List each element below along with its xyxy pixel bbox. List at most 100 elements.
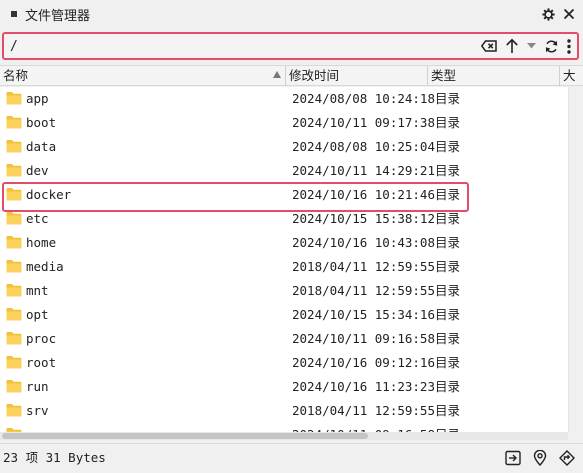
file-name: opt [26, 307, 49, 322]
file-type: 目录 [435, 235, 461, 250]
window-icon [11, 11, 17, 17]
column-header-mtime[interactable]: 修改时间 [286, 66, 428, 86]
table-row[interactable]: boot 2024/10/11 09:17:38 目录 [0, 111, 568, 135]
file-name: mnt [26, 283, 49, 298]
file-name: boot [26, 115, 57, 130]
file-type: 目录 [435, 139, 461, 154]
file-type: 目录 [435, 403, 461, 418]
gear-icon[interactable] [542, 7, 555, 21]
folder-icon [6, 404, 22, 417]
file-type: 目录 [435, 307, 461, 322]
folder-icon [6, 116, 22, 129]
folder-icon [6, 212, 22, 225]
horizontal-scrollbar[interactable] [0, 432, 568, 440]
file-type: 目录 [435, 115, 461, 130]
folder-icon [6, 236, 22, 249]
folder-icon [6, 380, 22, 393]
column-header-size[interactable]: 大 [560, 66, 583, 86]
file-name: app [26, 91, 49, 106]
status-bar: 23 项 31 Bytes [0, 443, 583, 473]
file-name: sys [26, 423, 49, 432]
title-actions [542, 0, 575, 28]
file-name: docker [26, 187, 72, 202]
goto-icon[interactable] [505, 450, 521, 466]
file-type: 目录 [435, 331, 461, 346]
table-row[interactable]: run 2024/10/16 11:23:23 目录 [0, 375, 568, 399]
more-vertical-icon[interactable] [567, 38, 571, 54]
file-mtime: 2018/04/11 12:59:55 [292, 259, 435, 274]
folder-icon [6, 92, 22, 105]
table-row[interactable]: home 2024/10/16 10:43:08 目录 [0, 231, 568, 255]
file-type: 目录 [435, 187, 461, 202]
table-row[interactable]: app 2024/08/08 10:24:18 目录 [0, 87, 568, 111]
column-header: 名称 修改时间 类型 大 [0, 65, 583, 86]
file-mtime: 2018/04/11 12:59:55 [292, 403, 435, 418]
status-summary: 23 项 31 Bytes [3, 450, 106, 465]
navigate-icon[interactable] [559, 450, 575, 466]
vertical-scrollbar[interactable] [568, 87, 583, 432]
path-tools [481, 34, 571, 58]
table-row[interactable]: data 2024/08/08 10:25:04 目录 [0, 135, 568, 159]
table-row[interactable]: dev 2024/10/11 14:29:21 目录 [0, 159, 568, 183]
table-row[interactable]: sys 2024/10/11 09:16:58 目录 [0, 423, 568, 432]
file-mtime: 2024/08/08 10:24:18 [292, 91, 435, 106]
window-title: 文件管理器 [25, 8, 91, 24]
file-list[interactable]: app 2024/08/08 10:24:18 目录 boot 2024/10/… [0, 87, 568, 432]
file-name: srv [26, 403, 49, 418]
file-mtime: 2024/10/16 10:21:46 [292, 187, 435, 202]
table-row[interactable]: opt 2024/10/15 15:34:16 目录 [0, 303, 568, 327]
column-header-name[interactable]: 名称 [0, 66, 286, 86]
file-type: 目录 [435, 91, 461, 106]
folder-icon [6, 164, 22, 177]
table-row-selected[interactable]: docker 2024/10/16 10:21:46 目录 [0, 182, 568, 212]
table-row[interactable]: root 2024/10/16 09:12:16 目录 [0, 351, 568, 375]
title-bar: 文件管理器 [0, 0, 583, 28]
sort-ascending-icon [273, 71, 281, 78]
file-name: dev [26, 163, 49, 178]
arrow-up-icon[interactable] [505, 38, 519, 54]
file-mtime: 2024/10/16 10:43:08 [292, 235, 435, 250]
folder-icon [6, 356, 22, 369]
file-mtime: 2024/10/11 09:17:38 [292, 115, 435, 130]
horizontal-scrollbar-thumb[interactable] [2, 433, 368, 439]
file-name: proc [26, 331, 57, 346]
status-tools [505, 444, 575, 472]
table-row[interactable]: srv 2018/04/11 12:59:55 目录 [0, 399, 568, 423]
file-name: media [26, 259, 64, 274]
folder-icon [6, 308, 22, 321]
file-mtime: 2024/10/11 14:29:21 [292, 163, 435, 178]
folder-icon [6, 260, 22, 273]
file-type: 目录 [435, 423, 460, 432]
folder-icon [6, 140, 22, 153]
file-type: 目录 [435, 379, 461, 394]
table-row[interactable]: etc 2024/10/15 15:38:12 目录 [0, 207, 568, 231]
file-name: root [26, 355, 57, 370]
file-mtime: 2024/08/08 10:25:04 [292, 139, 435, 154]
refresh-icon[interactable] [544, 39, 559, 54]
chevron-down-icon[interactable] [527, 43, 536, 49]
path-bar [2, 32, 579, 60]
file-mtime: 2024/10/15 15:38:12 [292, 211, 435, 226]
file-type: 目录 [435, 283, 461, 298]
file-name: run [26, 379, 49, 394]
table-row[interactable]: proc 2024/10/11 09:16:58 目录 [0, 327, 568, 351]
file-name: etc [26, 211, 49, 226]
file-type: 目录 [435, 355, 461, 370]
table-row[interactable]: mnt 2018/04/11 12:59:55 目录 [0, 279, 568, 303]
file-type: 目录 [435, 259, 461, 274]
table-row[interactable]: media 2018/04/11 12:59:55 目录 [0, 255, 568, 279]
clear-input-icon[interactable] [481, 40, 497, 52]
column-header-type[interactable]: 类型 [428, 66, 560, 86]
path-input[interactable] [4, 35, 444, 57]
file-type: 目录 [435, 211, 461, 226]
file-name: data [26, 139, 57, 154]
location-pin-icon[interactable] [533, 450, 547, 466]
file-mtime: 2024/10/15 15:34:16 [292, 307, 435, 322]
close-icon[interactable] [563, 8, 575, 20]
file-mtime: 2024/10/11 09:16:58 [292, 331, 435, 346]
folder-icon [6, 188, 22, 201]
file-mtime: 2024/10/16 11:23:23 [292, 379, 435, 394]
folder-icon [6, 284, 22, 297]
file-mtime: 2024/10/16 09:12:16 [292, 355, 435, 370]
file-mtime: 2024/10/11 09:16:58 [292, 423, 435, 432]
